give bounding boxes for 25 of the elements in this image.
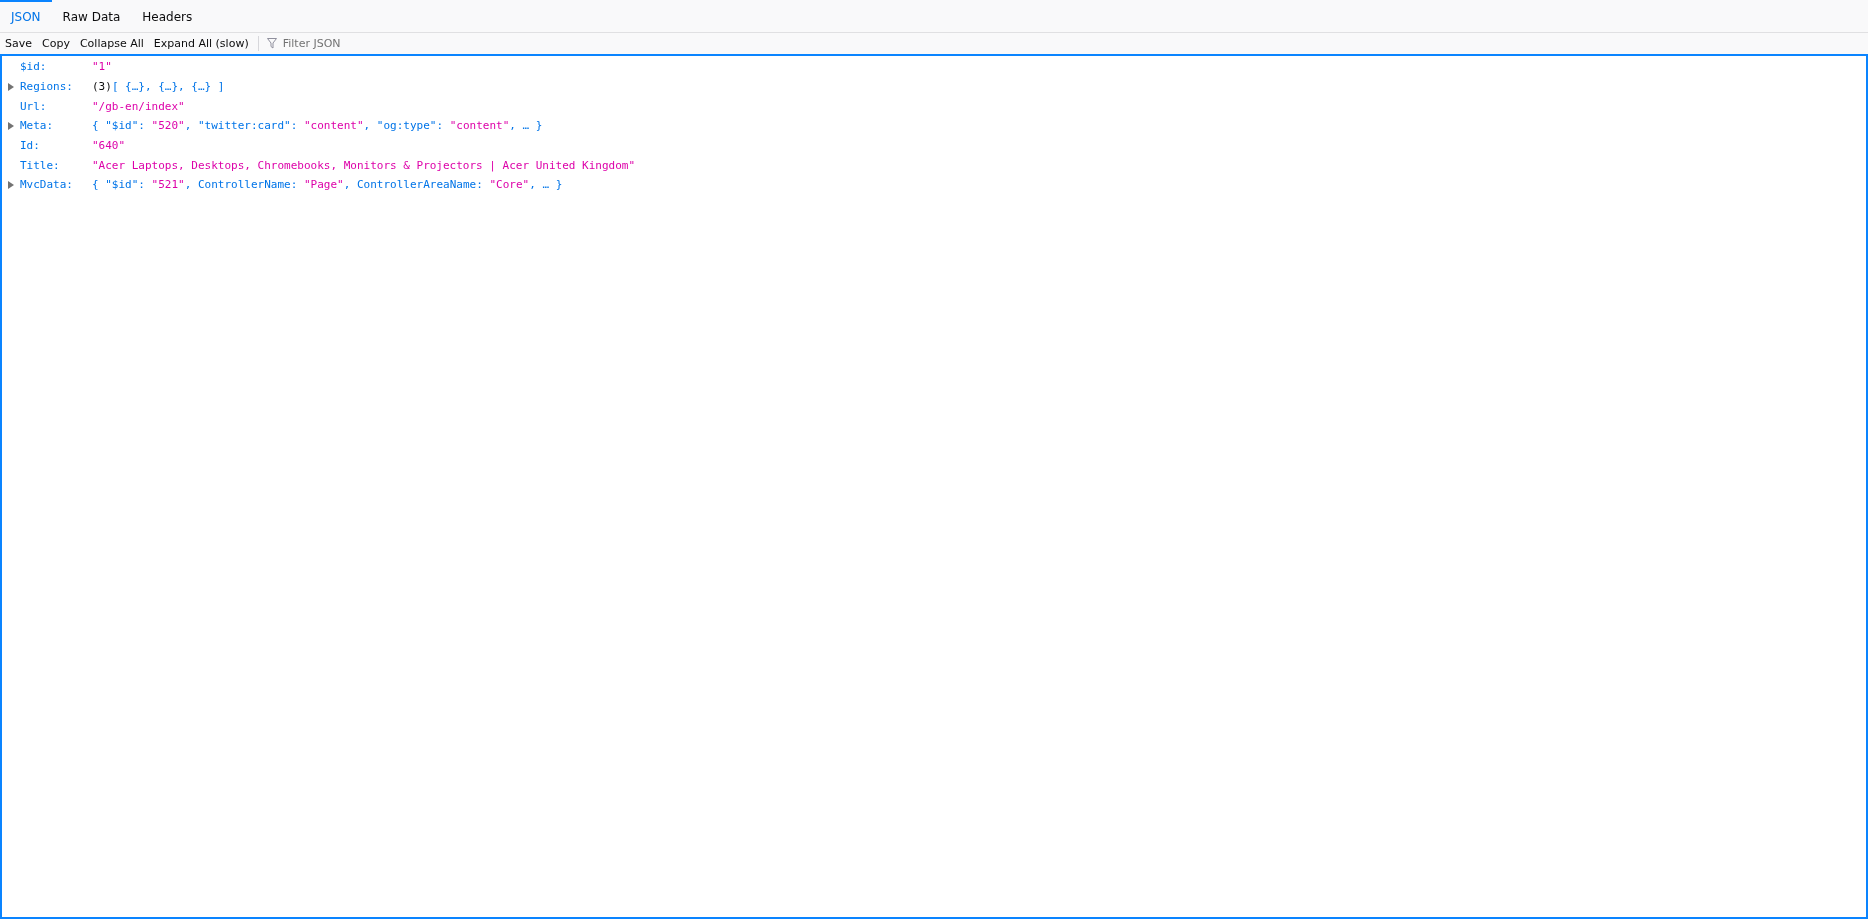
json-value: { "$id": "521", ControllerName: "Page", ControllerAreaName: "Core", … }	[92, 178, 563, 192]
json-value: "1"	[92, 60, 112, 74]
filter-field[interactable]: Filter JSON	[280, 36, 405, 51]
tab[interactable]: Headers	[131, 0, 204, 32]
expand-arrow-icon[interactable]	[7, 82, 15, 91]
json-value: "640"	[92, 139, 126, 153]
toolbar-button[interactable]: Save	[0, 33, 37, 54]
json-value: (3)[ {…}, {…}, {…} ]	[92, 80, 225, 94]
toolbar-button[interactable]: Collapse All	[74, 33, 149, 54]
json-key: Title:	[20, 158, 92, 172]
json-key: $id:	[20, 60, 92, 74]
json-value: "/gb-en/index"	[92, 99, 185, 113]
json-key: Url:	[20, 99, 92, 113]
toolbar-button[interactable]: Expand All (slow)	[148, 33, 254, 54]
json-value: { "$id": "520", "twitter:card": "content", "og:type": "content", … }	[92, 119, 543, 133]
toolbar-button[interactable]: Copy	[37, 33, 75, 54]
json-key: Meta:	[20, 119, 92, 133]
tab[interactable]: Raw Data	[51, 0, 132, 32]
expand-arrow-icon[interactable]	[7, 180, 15, 189]
json-key: MvcData:	[20, 178, 92, 192]
filter-icon	[266, 38, 277, 49]
expand-arrow-icon[interactable]	[7, 121, 15, 130]
json-key: Id:	[20, 139, 92, 153]
json-key: Regions:	[20, 80, 92, 94]
json-value: "Acer Laptops, Desktops, Chromebooks, Monitors & Projectors | Acer United Kingdom"	[92, 158, 636, 172]
